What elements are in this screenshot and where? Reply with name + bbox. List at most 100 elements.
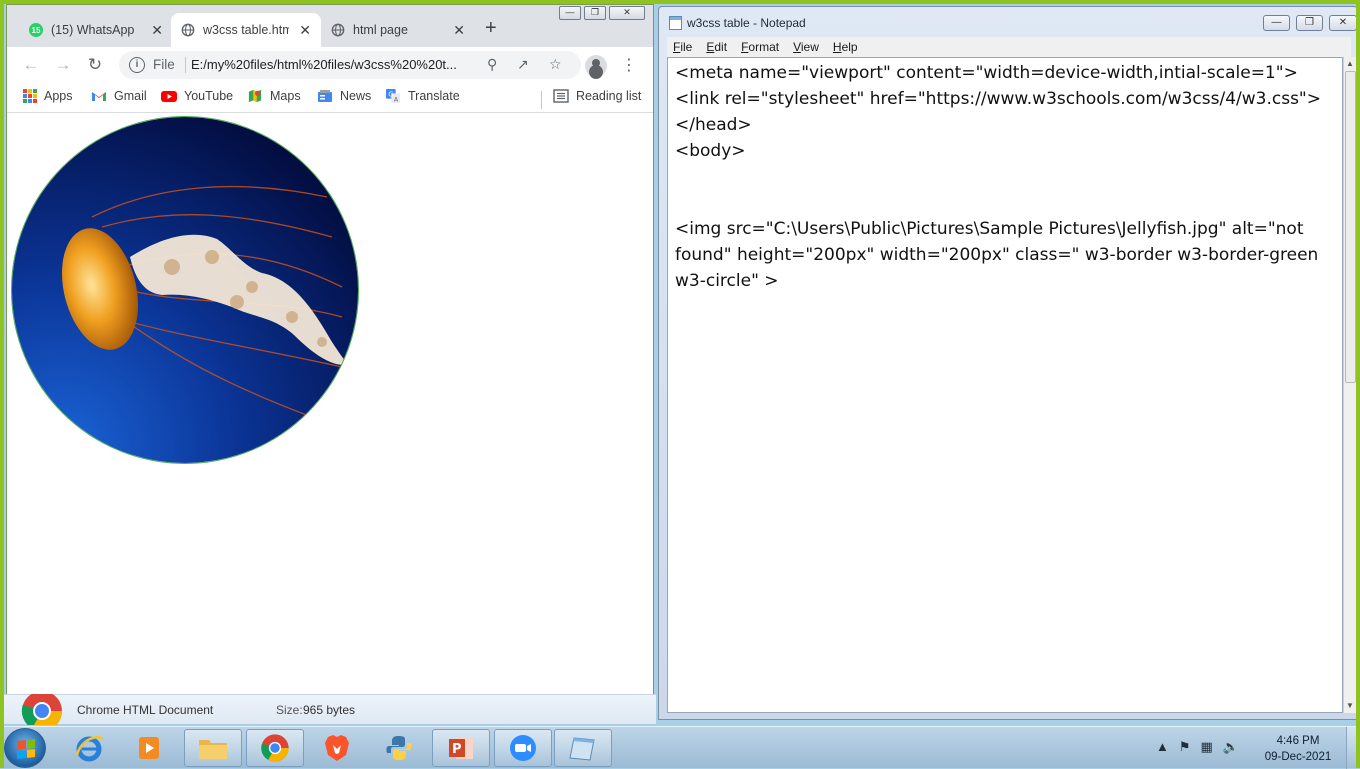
menu-edit[interactable]: Edit <box>706 40 727 54</box>
scroll-down-icon[interactable]: ▼ <box>1346 701 1354 710</box>
back-arrow-icon[interactable]: ← <box>19 53 43 77</box>
page-viewport <box>7 114 653 694</box>
start-button[interactable] <box>4 728 46 768</box>
restore-button[interactable]: ❐ <box>584 6 606 20</box>
notepad-text-area[interactable]: <meta name="viewport" content="width=dev… <box>667 57 1343 713</box>
notepad-content[interactable]: <meta name="viewport" content="width=dev… <box>675 60 1325 294</box>
tab-w3css-table[interactable]: w3css table.html ✕ <box>171 13 321 47</box>
address-bar[interactable]: i File E:/my%20files/html%20files/w3css%… <box>119 51 581 79</box>
reading-list-icon <box>553 89 569 103</box>
menu-view[interactable]: View <box>793 40 819 54</box>
bookmark-youtube[interactable]: YouTube <box>161 89 233 103</box>
bookmark-label: Maps <box>270 89 301 103</box>
scrollbar-thumb[interactable] <box>1345 71 1356 383</box>
volume-icon[interactable]: 🔈 <box>1223 739 1239 755</box>
address-scheme: File <box>153 57 175 72</box>
address-separator <box>185 57 186 73</box>
bookmark-label: Translate <box>408 89 460 103</box>
bookmarks-separator <box>541 91 542 109</box>
media-player-icon[interactable] <box>120 729 178 767</box>
address-url[interactable]: E:/my%20files/html%20files/w3css%20%20t.… <box>191 57 481 72</box>
windows-logo-icon <box>17 739 35 759</box>
bookmark-star-icon[interactable]: ☆ <box>549 56 562 73</box>
chrome-document-icon <box>20 689 64 725</box>
bookmark-translate[interactable]: GA Translate <box>385 89 460 103</box>
chrome-icon[interactable] <box>246 729 304 767</box>
scroll-up-icon[interactable]: ▲ <box>1346 59 1354 68</box>
action-center-flag-icon[interactable]: ⚑ <box>1179 739 1191 755</box>
reload-icon[interactable]: ↻ <box>83 53 107 77</box>
minimize-button[interactable]: — <box>559 6 581 20</box>
vertical-scrollbar[interactable]: ▲ ▼ <box>1343 57 1357 713</box>
jellyfish-picture <box>12 117 358 463</box>
svg-text:G: G <box>388 90 393 98</box>
bookmark-label: Apps <box>44 89 73 103</box>
reading-list-button[interactable]: Reading list <box>553 89 641 103</box>
svg-text:P: P <box>452 742 462 757</box>
news-icon <box>318 90 332 102</box>
show-desktop-button[interactable] <box>1346 727 1360 769</box>
bookmark-label: Gmail <box>114 89 147 103</box>
file-explorer-icon[interactable] <box>184 729 242 767</box>
jellyfish-image <box>11 116 359 464</box>
bookmarks-bar: Apps Gmail YouTube Maps News GA Translat… <box>7 83 653 113</box>
gmail-icon <box>92 92 106 101</box>
zoom-icon[interactable]: ⚲ <box>487 56 497 73</box>
profile-avatar-icon[interactable] <box>585 55 607 77</box>
menu-kebab-icon[interactable]: ⋮ <box>621 55 637 75</box>
file-size-label: Size: <box>276 703 303 717</box>
tab-label: (15) WhatsApp <box>51 23 135 37</box>
bookmark-label: News <box>340 89 372 103</box>
forward-arrow-icon[interactable]: → <box>51 53 75 77</box>
bookmark-gmail[interactable]: Gmail <box>91 89 147 103</box>
whatsapp-icon: 15 <box>29 23 43 37</box>
minimize-button[interactable]: — <box>1263 15 1290 31</box>
bookmark-maps[interactable]: Maps <box>247 89 301 103</box>
bookmark-news[interactable]: News <box>317 89 371 103</box>
file-size-value: 965 bytes <box>303 703 356 717</box>
bookmark-apps[interactable]: Apps <box>23 89 73 103</box>
share-icon[interactable]: ↗ <box>517 56 529 73</box>
restore-button[interactable]: ❐ <box>1296 15 1323 31</box>
translate-icon: GA <box>386 89 400 103</box>
clock-date: 09-Dec-2021 <box>1264 751 1332 763</box>
close-window-button[interactable]: ✕ <box>1329 15 1357 31</box>
clock-time: 4:46 PM <box>1276 735 1320 747</box>
bookmark-label: YouTube <box>184 89 234 103</box>
notepad-icon <box>669 16 682 30</box>
tab-label: w3css table.html <box>203 23 289 37</box>
notepad-taskbar-icon[interactable] <box>554 729 612 767</box>
internet-explorer-icon[interactable] <box>60 729 118 767</box>
youtube-icon <box>161 91 177 102</box>
menu-file[interactable]: File <box>673 40 692 54</box>
file-type-label: Chrome HTML Document <box>77 703 214 717</box>
explorer-details-bar: Chrome HTML Document Size: 965 bytes <box>4 691 656 725</box>
close-tab-icon[interactable]: ✕ <box>151 22 163 39</box>
reading-list-label: Reading list <box>576 89 642 103</box>
show-hidden-icons-icon[interactable]: ▲ <box>1156 739 1169 755</box>
network-icon[interactable]: ▦ <box>1201 739 1213 755</box>
site-info-icon[interactable]: i <box>129 57 145 73</box>
close-tab-icon[interactable]: ✕ <box>299 22 311 39</box>
new-tab-button[interactable]: + <box>485 17 497 40</box>
tab-whatsapp[interactable]: 15 (15) WhatsApp ✕ <box>19 13 173 47</box>
menu-help[interactable]: Help <box>833 40 858 54</box>
menu-format[interactable]: Format <box>741 40 779 54</box>
maps-icon <box>248 89 262 103</box>
tab-label: html page <box>353 23 408 37</box>
system-tray: ▲ ⚑ ▦ 🔈 <box>1156 739 1239 755</box>
python-icon[interactable] <box>370 729 428 767</box>
globe-icon <box>331 23 345 37</box>
powerpoint-icon[interactable]: P <box>432 729 490 767</box>
chrome-window: — ❐ ✕ 15 (15) WhatsApp ✕ w3css table.htm… <box>6 4 654 694</box>
system-clock[interactable]: 4:46 PM 09-Dec-2021 <box>1258 733 1338 765</box>
close-window-button[interactable]: ✕ <box>609 6 645 20</box>
chrome-tab-strip: — ❐ ✕ 15 (15) WhatsApp ✕ w3css table.htm… <box>7 5 653 47</box>
tab-html-page[interactable]: html page ✕ <box>321 13 475 47</box>
close-tab-icon[interactable]: ✕ <box>453 22 465 39</box>
notepad-window: w3css table - Notepad — ❐ ✕ File Edit Fo… <box>658 6 1358 720</box>
zoom-icon[interactable] <box>494 729 552 767</box>
apps-grid-icon <box>23 89 37 103</box>
brave-icon[interactable] <box>308 729 366 767</box>
windows-taskbar: P ▲ ⚑ ▦ 🔈 4:46 PM 09-Dec-2021 <box>0 726 1360 769</box>
